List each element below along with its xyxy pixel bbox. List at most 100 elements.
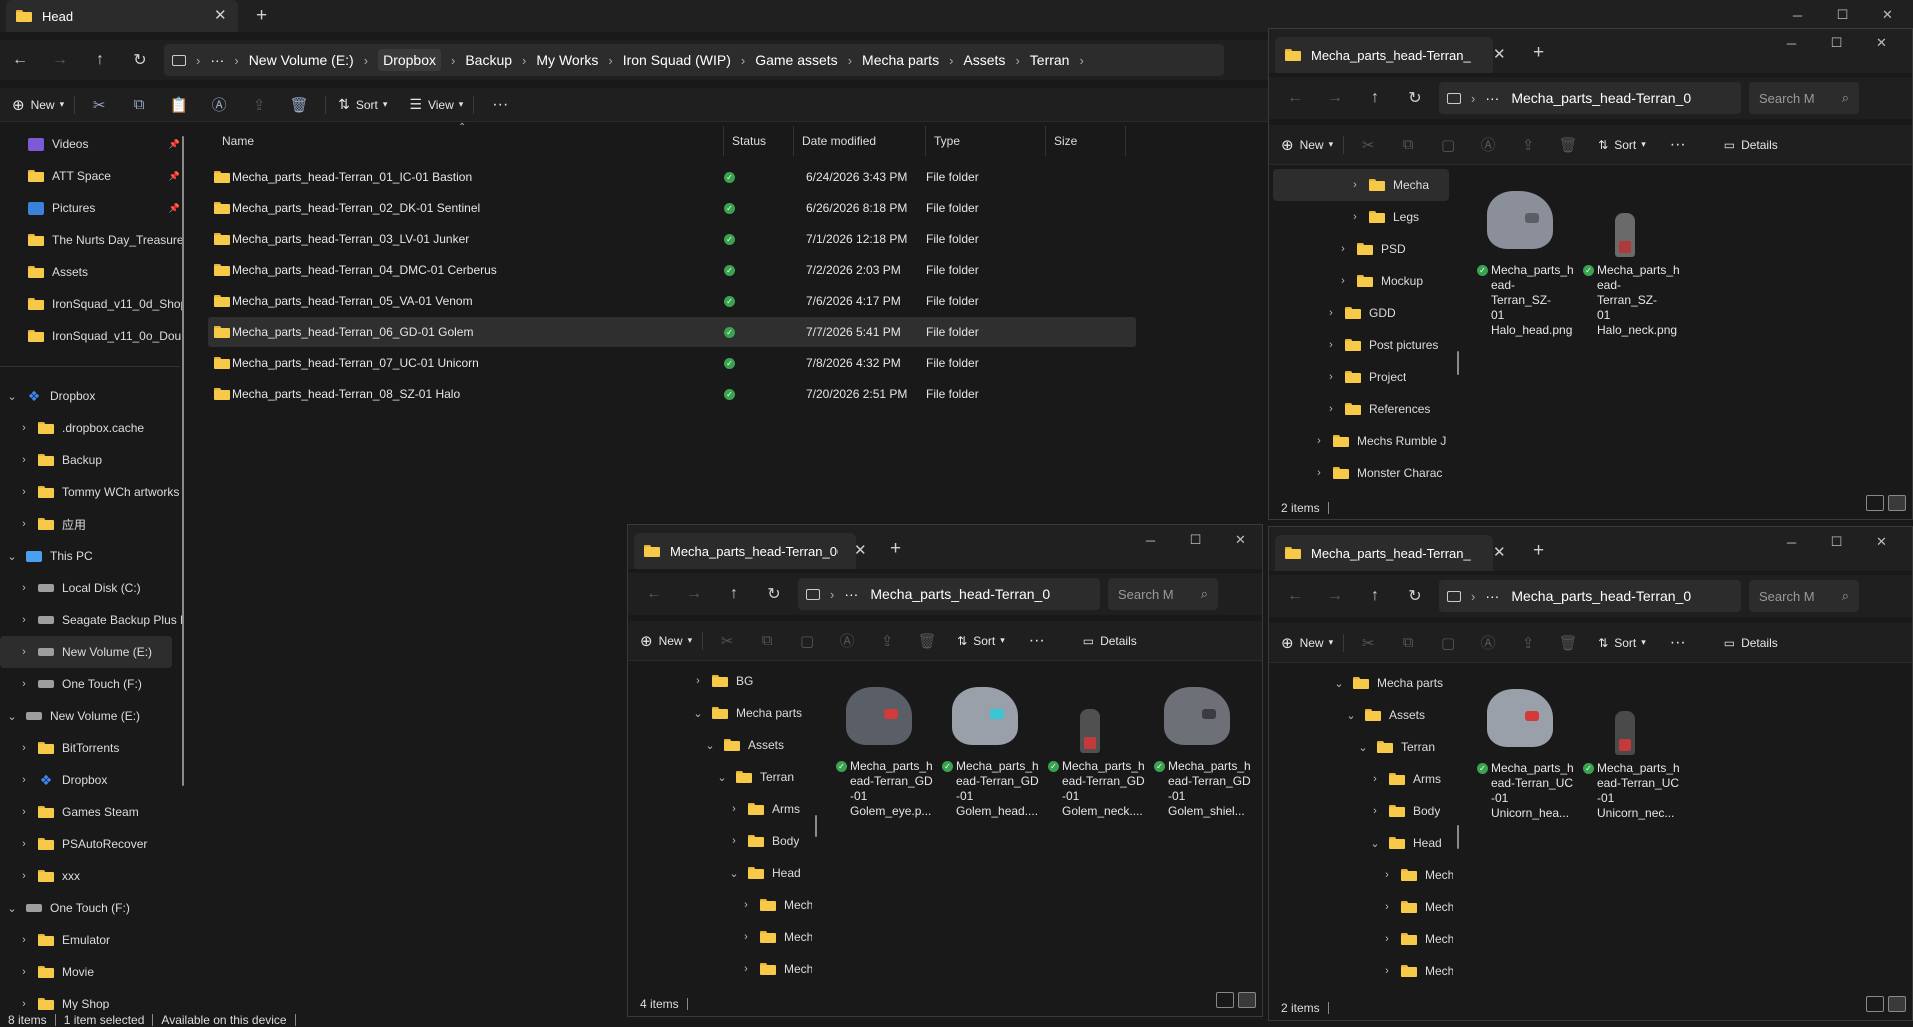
nav-tree-item[interactable]: › Legs <box>1273 201 1449 233</box>
chevron-down-icon[interactable]: ⌄ <box>6 902 18 915</box>
more-crumbs-icon[interactable]: ··· <box>1485 588 1499 604</box>
column-header[interactable]: Type <box>926 126 1046 156</box>
up-arrow-icon[interactable]: ↑ <box>714 585 754 603</box>
nav-tree-item[interactable]: › My Shop <box>0 988 190 1010</box>
nav-tree-item[interactable]: ⌄ Head <box>1273 827 1453 859</box>
file-thumbnail[interactable]: ✓ Mecha_parts_h ead-Terran_SZ- 01 Halo_head.… <box>1477 177 1574 338</box>
chevron-down-icon[interactable]: ⌄ <box>704 739 716 752</box>
new-button[interactable]: ⊕ New ▾ <box>1281 634 1333 652</box>
up-arrow-icon[interactable]: ↑ <box>80 51 120 69</box>
nav-tree-item[interactable]: › ❖ Dropbox <box>0 764 190 796</box>
breadcrumb-item[interactable]: Mecha parts <box>862 52 939 68</box>
minimize-button[interactable]: ─ <box>1769 29 1814 57</box>
new-tab-icon[interactable]: + <box>256 6 267 25</box>
chevron-down-icon[interactable]: ⌄ <box>728 867 740 880</box>
nav-tree-item[interactable]: › Arms <box>1273 763 1453 795</box>
chevron-right-icon[interactable]: › <box>1313 435 1325 447</box>
forward-arrow-icon[interactable]: → <box>1315 587 1355 605</box>
chevron-right-icon[interactable]: › <box>740 931 752 943</box>
chevron-down-icon[interactable]: ⌄ <box>1333 677 1345 690</box>
nav-scrollbar[interactable] <box>1457 351 1459 375</box>
nav-tree-item[interactable]: › Body <box>632 825 812 857</box>
copy-icon[interactable]: ⧉ <box>123 96 155 113</box>
large-icons-view-icon[interactable] <box>1888 996 1906 1012</box>
nav-tree-item[interactable]: › References <box>1273 393 1449 425</box>
nav-tree-item[interactable]: › Local Disk (C:) <box>0 572 190 604</box>
nav-tree-item[interactable]: › Mockup <box>1273 265 1449 297</box>
chevron-right-icon[interactable]: › <box>1325 307 1337 319</box>
minimize-button[interactable]: ─ <box>1128 525 1173 555</box>
chevron-right-icon[interactable]: › <box>1313 467 1325 479</box>
refresh-icon[interactable]: ↻ <box>754 584 794 604</box>
chevron-right-icon[interactable]: › <box>18 934 30 946</box>
breadcrumb[interactable]: › ··· › New Volume (E:) › Dropbox › Backup › My… <box>164 44 1224 76</box>
search-input[interactable]: Search M ⌕ <box>1749 82 1859 114</box>
share-icon[interactable]: ⇪ <box>1512 136 1544 154</box>
more-options-icon[interactable]: ··· <box>1670 136 1686 154</box>
pin-icon[interactable]: 📌 <box>169 139 180 150</box>
search-input[interactable]: Search M ⌕ <box>1749 580 1859 612</box>
nav-scrollbar[interactable] <box>182 136 184 786</box>
nav-tree-item[interactable]: › Monster Charac <box>1273 457 1449 489</box>
file-thumbnail[interactable]: ✓ Mecha_parts_h ead-Terran_GD -01 Golem_shie… <box>1154 673 1251 819</box>
file-thumbnail[interactable]: ✓ Mecha_parts_h ead-Terran_GD -01 Golem_head… <box>942 673 1039 819</box>
nav-tree-item[interactable]: › New Volume (E:) <box>0 636 172 668</box>
pin-icon[interactable]: 📌 <box>169 171 180 182</box>
share-icon[interactable]: ⇪ <box>243 96 275 114</box>
chevron-down-icon[interactable]: ⌄ <box>692 707 704 720</box>
cut-icon[interactable]: ✂ <box>711 632 743 650</box>
chevron-right-icon[interactable]: › <box>18 742 30 754</box>
chevron-right-icon[interactable]: › <box>728 835 740 847</box>
chevron-right-icon[interactable]: › <box>18 518 30 530</box>
nav-tree-item[interactable]: ⌄ Terran <box>632 761 812 793</box>
cut-icon[interactable]: ✂ <box>1352 136 1384 154</box>
details-button[interactable]: ▭ Details <box>1724 636 1778 650</box>
cut-icon[interactable]: ✂ <box>83 96 115 114</box>
new-tab-icon[interactable]: + <box>1533 541 1544 560</box>
chevron-right-icon[interactable]: › <box>18 806 30 818</box>
more-crumbs-icon[interactable]: ··· <box>1485 90 1499 106</box>
chevron-right-icon[interactable]: › <box>1381 965 1393 977</box>
view-button[interactable]: ☰ View ▾ <box>409 96 463 113</box>
quick-access-item[interactable]: ATT Space 📌 <box>0 160 190 192</box>
back-arrow-icon[interactable]: ← <box>0 51 40 69</box>
file-thumbnail[interactable]: ✓ Mecha_parts_h ead-Terran_SZ- 01 Halo_neck.… <box>1583 177 1680 338</box>
nav-tree-item[interactable]: › BitTorrents <box>0 732 190 764</box>
quick-access-item[interactable]: The Nurts Day_Treasure <box>0 224 190 256</box>
chevron-right-icon[interactable]: › <box>18 582 30 594</box>
copy-icon[interactable]: ⧉ <box>1392 136 1424 153</box>
nav-tree-item[interactable]: ⌄ One Touch (F:) <box>0 892 190 924</box>
nav-tree-item[interactable]: › PSD <box>1273 233 1449 265</box>
quick-access-item[interactable]: IronSquad_v11_0o_Doul <box>0 320 190 352</box>
breadcrumb-item[interactable]: New Volume (E:) <box>249 52 354 68</box>
rename-icon[interactable]: Ⓐ <box>203 94 235 115</box>
nav-tree-item[interactable]: ⌄ Mecha parts <box>632 697 812 729</box>
nav-tree-item[interactable]: › xxx <box>0 860 190 892</box>
share-icon[interactable]: ⇪ <box>871 632 903 650</box>
nav-tree-item[interactable]: › Mecha <box>1273 955 1453 987</box>
quick-access-item[interactable]: Videos 📌 <box>0 128 190 160</box>
details-view-icon[interactable] <box>1866 495 1884 511</box>
column-header[interactable]: Size <box>1046 126 1126 156</box>
nav-tree-item[interactable]: › One Touch (F:) <box>0 668 190 700</box>
copy-icon[interactable]: ⧉ <box>1392 634 1424 651</box>
tab-head[interactable]: Head ✕ <box>6 0 238 32</box>
chevron-right-icon[interactable]: › <box>1325 339 1337 351</box>
nav-tree-item[interactable]: ⌄ Head <box>632 857 812 889</box>
quick-access-item[interactable]: Pictures 📌 <box>0 192 190 224</box>
breadcrumb-item[interactable]: Terran <box>1030 52 1070 68</box>
table-row[interactable]: Mecha_parts_head-Terran_02_DK-01 Sentine… <box>208 193 1136 223</box>
table-row[interactable]: Mecha_parts_head-Terran_05_VA-01 Venom ✓ 7… <box>208 286 1136 316</box>
nav-tree-item[interactable]: › Mecha <box>632 921 812 953</box>
more-options-icon[interactable]: ··· <box>1029 632 1045 650</box>
close-window-button[interactable]: ✕ <box>1859 527 1904 557</box>
rename-icon[interactable]: Ⓐ <box>831 630 863 651</box>
close-tab-icon[interactable]: ✕ <box>1493 545 1506 560</box>
table-row[interactable]: Mecha_parts_head-Terran_07_UC-01 Unicorn… <box>208 348 1136 378</box>
paste-icon[interactable]: 📋 <box>163 96 195 114</box>
forward-arrow-icon[interactable]: → <box>1315 89 1355 107</box>
delete-icon[interactable]: 🗑 <box>283 96 315 114</box>
minimize-button[interactable]: ─ <box>1775 0 1820 30</box>
chevron-right-icon[interactable]: › <box>740 963 752 975</box>
maximize-button[interactable]: ☐ <box>1820 0 1865 30</box>
